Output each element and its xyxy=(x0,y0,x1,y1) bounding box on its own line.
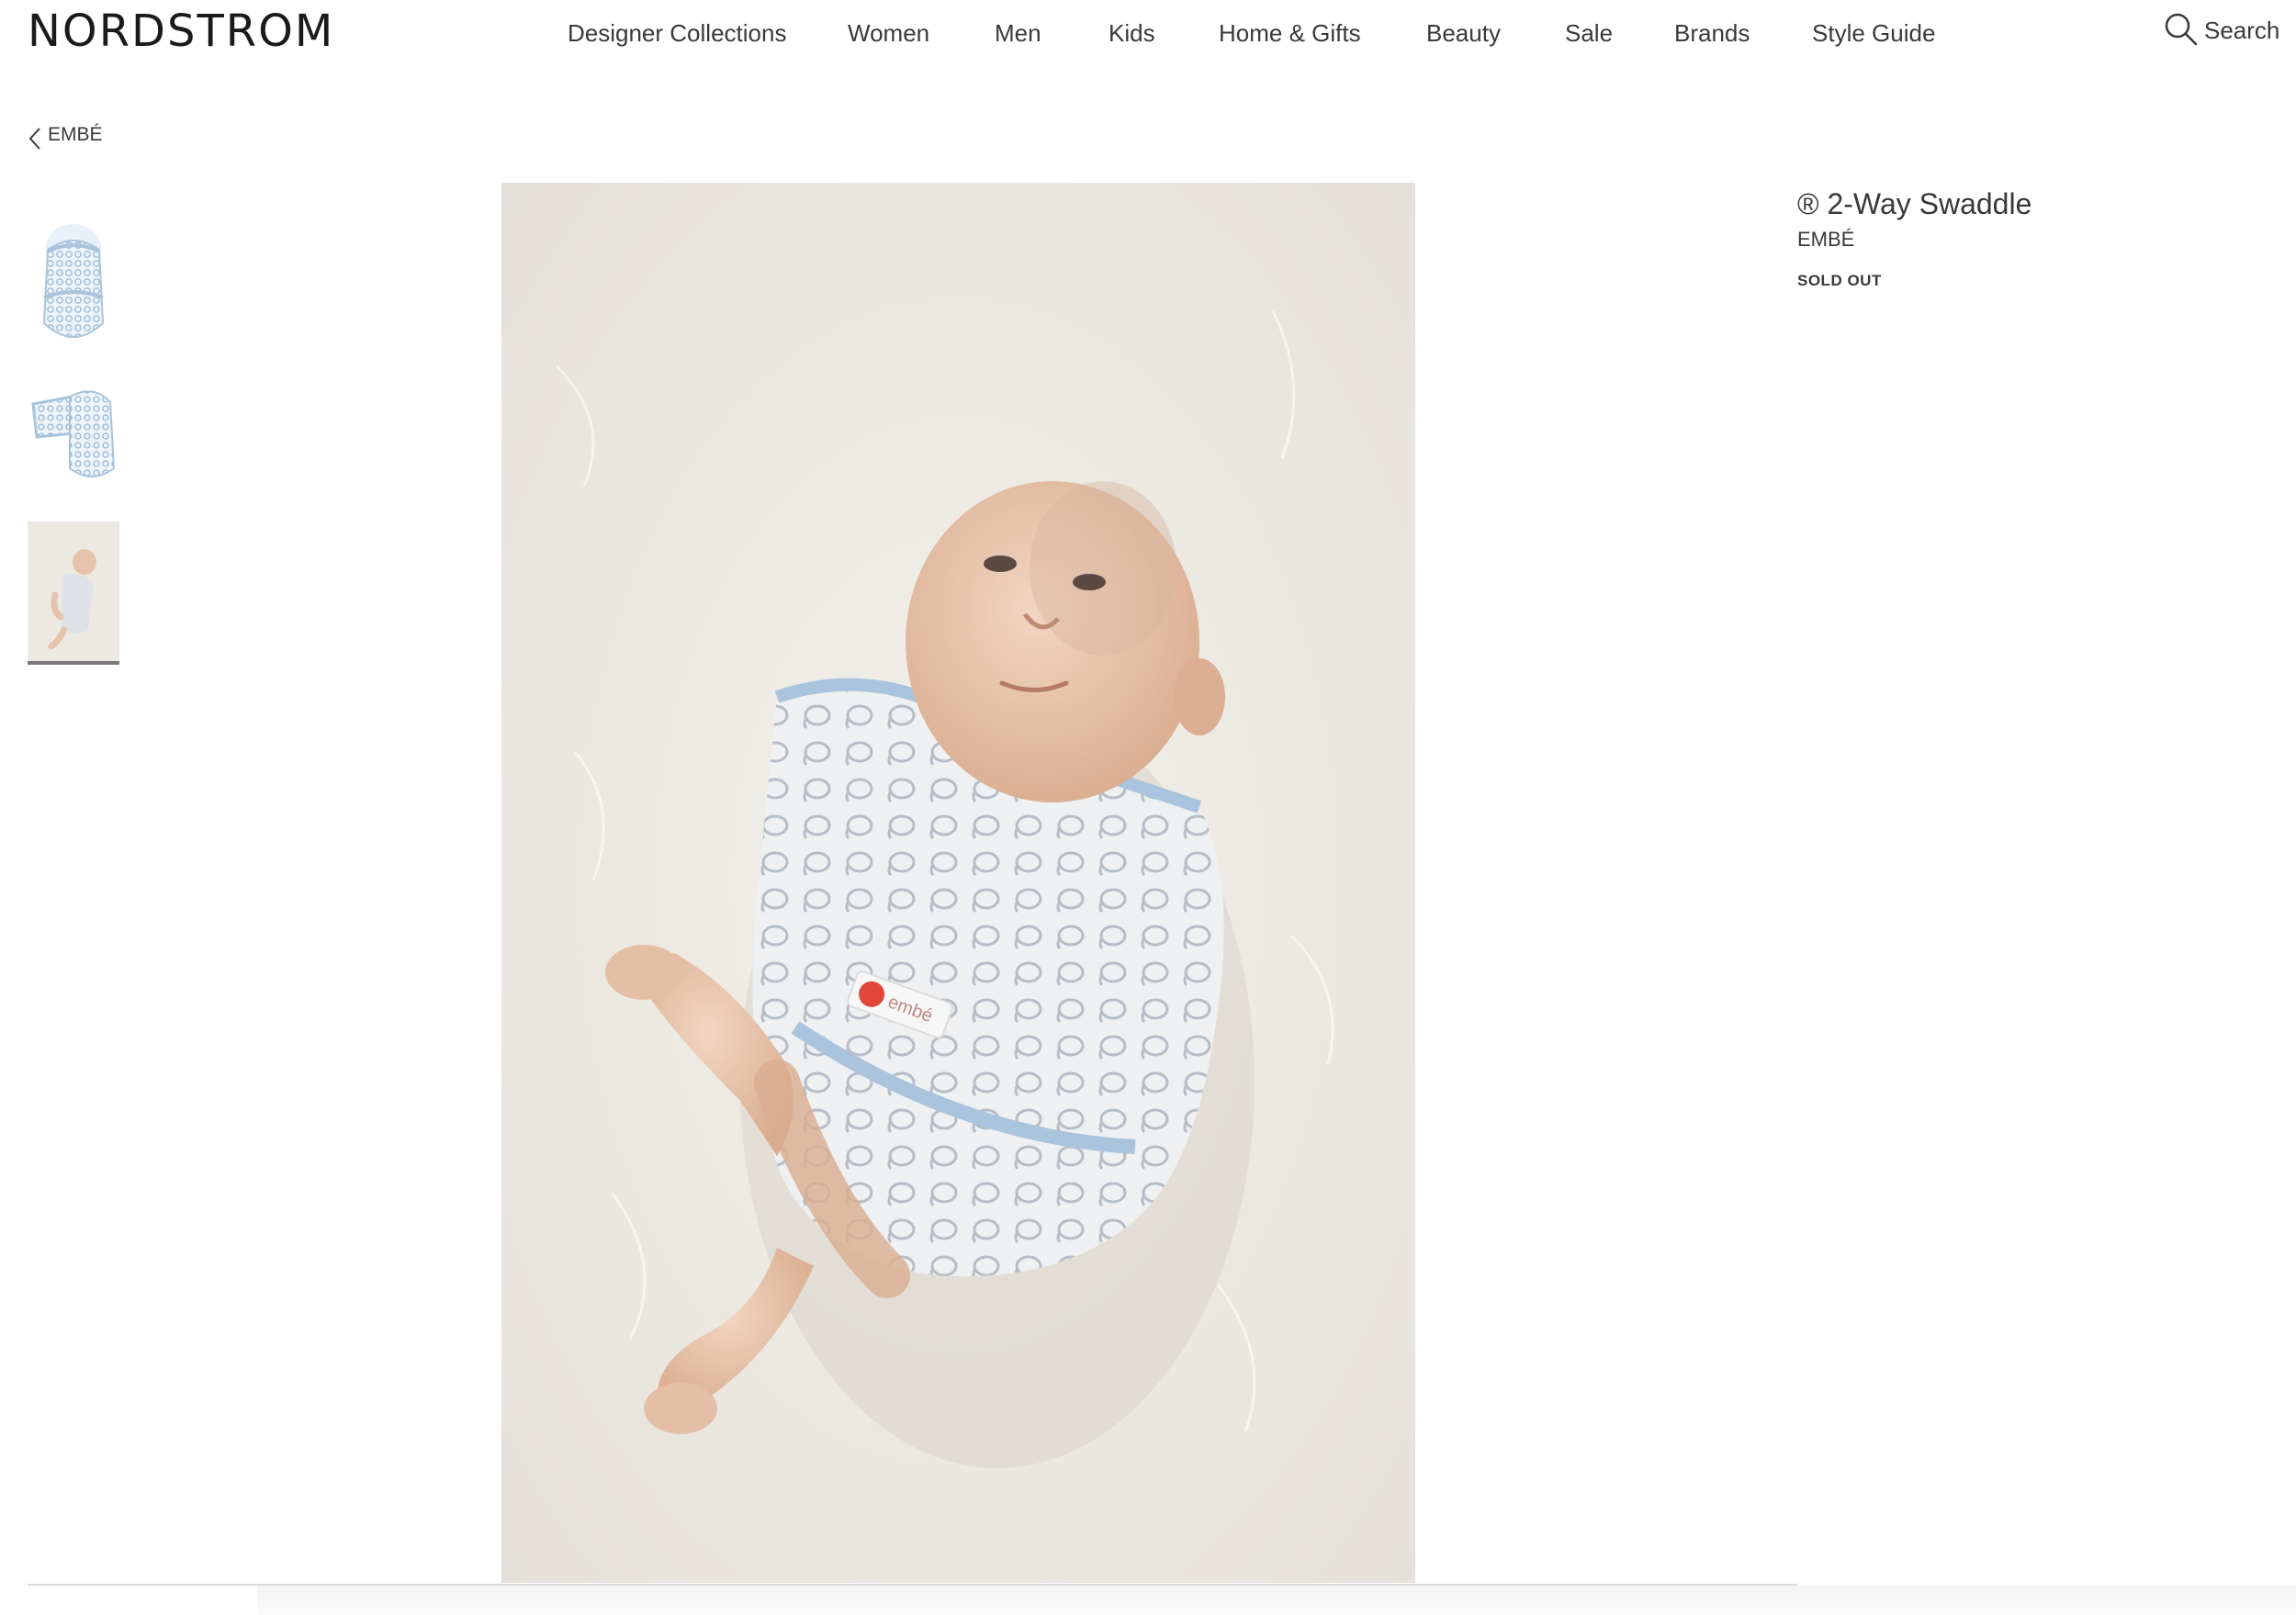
swaddle-open-image xyxy=(31,390,116,477)
breadcrumb-brand: EMBÉ xyxy=(48,124,103,145)
nav-designer-collections[interactable]: Designer Collections xyxy=(568,17,786,50)
baby-in-swaddle-photo: embé xyxy=(501,183,1415,1583)
nav-kids[interactable]: Kids xyxy=(1109,17,1155,50)
nav-style-guide[interactable]: Style Guide xyxy=(1812,17,1935,50)
bottom-gradient xyxy=(257,1586,2296,1615)
thumbnail-swaddle-front[interactable] xyxy=(28,213,119,351)
thumbnail-baby-in-swaddle[interactable] xyxy=(28,522,119,665)
sold-out-badge: SOLD OUT xyxy=(1797,272,1882,289)
nav-women[interactable]: Women xyxy=(848,17,929,50)
nav-beauty[interactable]: Beauty xyxy=(1426,17,1501,50)
baby-in-swaddle-thumb-image xyxy=(28,522,119,661)
nav-sale[interactable]: Sale xyxy=(1565,17,1613,50)
thumbnail-swaddle-open[interactable] xyxy=(28,376,119,487)
nav-men[interactable]: Men xyxy=(995,17,1041,50)
search-icon xyxy=(2165,13,2198,46)
product-main-image[interactable]: embé xyxy=(501,183,1415,1583)
product-brand-link[interactable]: EMBÉ xyxy=(1797,226,1854,253)
product-title: ® 2-Way Swaddle xyxy=(1797,187,2032,220)
nav-brands[interactable]: Brands xyxy=(1674,17,1750,50)
swaddle-front-image xyxy=(42,224,105,338)
nav-home-gifts[interactable]: Home & Gifts xyxy=(1219,17,1361,50)
chevron-left-icon xyxy=(28,128,40,150)
nordstrom-logo[interactable]: NORDSTROM xyxy=(28,5,334,58)
search-label: Search xyxy=(2204,17,2280,44)
